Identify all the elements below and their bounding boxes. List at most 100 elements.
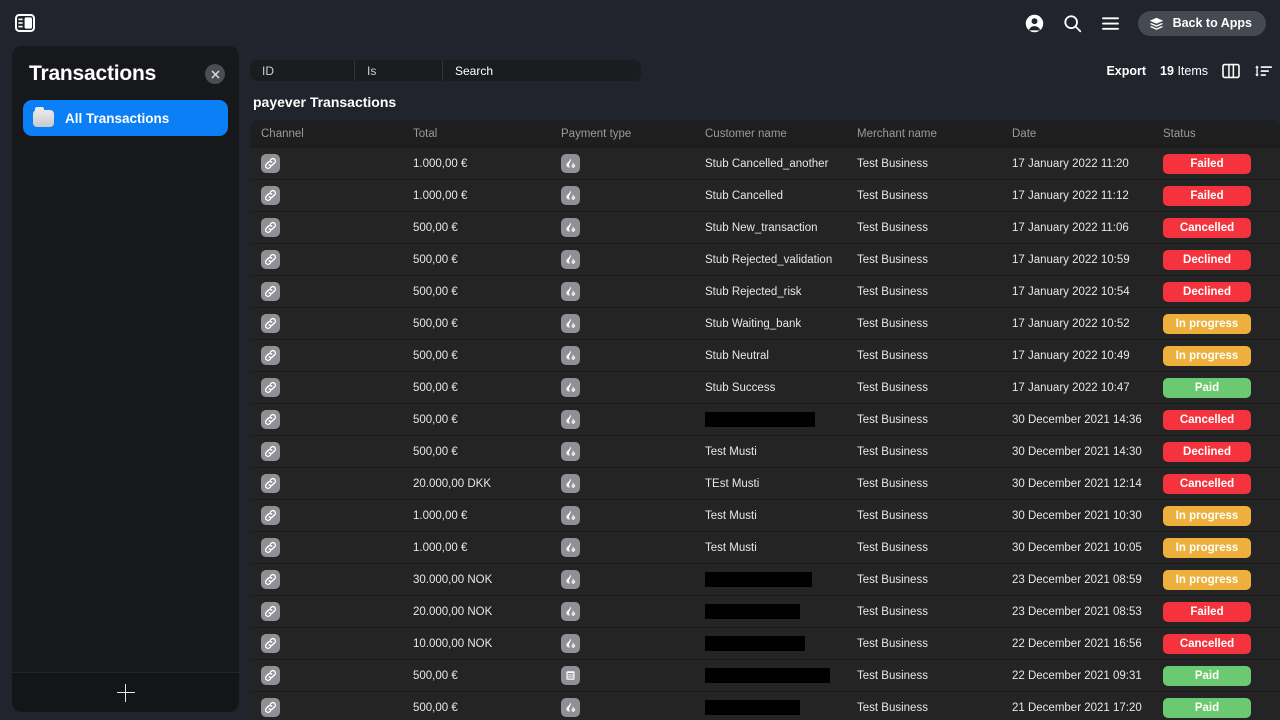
sort-icon[interactable] — [1254, 63, 1273, 79]
sidebar-item-all-transactions[interactable]: All Transactions — [23, 100, 228, 136]
cell-channel[interactable] — [250, 282, 402, 301]
status-badge[interactable]: Paid — [1163, 698, 1251, 718]
table-row[interactable]: 500,00 €Test Business22 December 2021 09… — [250, 660, 1280, 692]
back-to-apps-button[interactable]: Back to Apps — [1138, 11, 1266, 36]
status-badge[interactable]: Paid — [1163, 378, 1251, 398]
transactions-table: Channel Total Payment type Customer name… — [250, 120, 1280, 720]
cell-merchant-name: Test Business — [854, 670, 1009, 682]
table-row[interactable]: 30.000,00 NOKTest Business23 December 20… — [250, 564, 1280, 596]
sidebar-toggle-icon[interactable] — [12, 12, 38, 34]
filter-field-select[interactable]: ID — [250, 60, 355, 81]
layers-icon — [1149, 17, 1164, 30]
cell-channel[interactable] — [250, 634, 402, 653]
cell-status: Cancelled — [1160, 634, 1280, 654]
cell-channel[interactable] — [250, 154, 402, 173]
cell-date: 17 January 2022 10:47 — [1009, 382, 1160, 394]
cell-channel[interactable] — [250, 506, 402, 525]
status-badge[interactable]: In progress — [1163, 538, 1251, 558]
cell-channel[interactable] — [250, 186, 402, 205]
table-row[interactable]: 500,00 €Test MustiTest Business30 Decemb… — [250, 436, 1280, 468]
cell-merchant-name: Test Business — [854, 286, 1009, 298]
status-badge[interactable]: In progress — [1163, 570, 1251, 590]
customer-name-value: Test Musti — [705, 446, 757, 458]
cell-channel[interactable] — [250, 570, 402, 589]
cell-customer-name — [702, 636, 854, 651]
table-row[interactable]: 1.000,00 €Stub CancelledTest Business17 … — [250, 180, 1280, 212]
status-badge[interactable]: Cancelled — [1163, 218, 1251, 238]
table-row[interactable]: 500,00 €Stub Rejected_riskTest Business1… — [250, 276, 1280, 308]
cell-channel[interactable] — [250, 378, 402, 397]
status-badge[interactable]: In progress — [1163, 314, 1251, 334]
filter-toolbar-actions: Export 19 Items — [1106, 63, 1280, 79]
column-header-customer-name[interactable]: Customer name — [702, 128, 854, 140]
table-row[interactable]: 1.000,00 €Stub Cancelled_anotherTest Bus… — [250, 148, 1280, 180]
cell-merchant-name: Test Business — [854, 574, 1009, 586]
status-badge[interactable]: Paid — [1163, 666, 1251, 686]
status-badge[interactable]: Cancelled — [1163, 634, 1251, 654]
table-row[interactable]: 500,00 €Stub Waiting_bankTest Business17… — [250, 308, 1280, 340]
status-badge[interactable]: Failed — [1163, 186, 1251, 206]
cell-channel[interactable] — [250, 602, 402, 621]
table-row[interactable]: 10.000,00 NOKTest Business22 December 20… — [250, 628, 1280, 660]
cell-channel[interactable] — [250, 218, 402, 237]
column-header-merchant-name[interactable]: Merchant name — [854, 128, 1009, 140]
cell-channel[interactable] — [250, 698, 402, 717]
column-header-status[interactable]: Status — [1160, 128, 1280, 140]
status-badge[interactable]: Declined — [1163, 250, 1251, 270]
column-header-date[interactable]: Date — [1009, 128, 1160, 140]
table-row[interactable]: 500,00 €Test Business21 December 2021 17… — [250, 692, 1280, 720]
table-row[interactable]: 1.000,00 €Test MustiTest Business30 Dece… — [250, 532, 1280, 564]
sidebar-item-list: All Transactions — [12, 94, 239, 672]
cell-customer-name: Test Musti — [702, 446, 854, 458]
columns-icon[interactable] — [1222, 63, 1240, 79]
status-badge[interactable]: In progress — [1163, 346, 1251, 366]
table-row[interactable]: 500,00 €Test Business30 December 2021 14… — [250, 404, 1280, 436]
cell-channel[interactable] — [250, 410, 402, 429]
cell-channel[interactable] — [250, 538, 402, 557]
status-badge[interactable]: In progress — [1163, 506, 1251, 526]
cell-channel[interactable] — [250, 474, 402, 493]
status-badge[interactable]: Declined — [1163, 282, 1251, 302]
export-button[interactable]: Export — [1106, 64, 1146, 78]
cell-channel[interactable] — [250, 314, 402, 333]
add-folder-button[interactable] — [12, 672, 239, 712]
cell-channel[interactable] — [250, 250, 402, 269]
search-input[interactable]: Search — [443, 60, 641, 81]
column-header-total[interactable]: Total — [402, 128, 550, 140]
santander-flame-icon — [561, 346, 580, 365]
cell-customer-name — [702, 668, 854, 683]
cell-date: 17 January 2022 11:06 — [1009, 222, 1160, 234]
table-row[interactable]: 500,00 €Stub New_transactionTest Busines… — [250, 212, 1280, 244]
cell-channel[interactable] — [250, 346, 402, 365]
hamburger-menu-icon[interactable] — [1100, 12, 1122, 34]
table-row[interactable]: 500,00 €Stub Rejected_validationTest Bus… — [250, 244, 1280, 276]
cell-channel[interactable] — [250, 442, 402, 461]
link-icon — [261, 378, 280, 397]
sidebar-header: Transactions — [12, 46, 239, 94]
status-badge[interactable]: Declined — [1163, 442, 1251, 462]
filter-operator-select[interactable]: Is — [355, 60, 443, 81]
cell-date: 17 January 2022 10:59 — [1009, 254, 1160, 266]
cell-channel[interactable] — [250, 666, 402, 685]
status-badge[interactable]: Failed — [1163, 154, 1251, 174]
cell-total: 500,00 € — [402, 414, 550, 426]
account-circle-icon[interactable] — [1024, 12, 1046, 34]
cell-merchant-name: Test Business — [854, 350, 1009, 362]
close-circle-icon[interactable] — [205, 64, 225, 84]
search-icon[interactable] — [1062, 12, 1084, 34]
column-header-channel[interactable]: Channel — [250, 128, 402, 140]
column-header-payment-type[interactable]: Payment type — [550, 128, 702, 140]
table-row[interactable]: 1.000,00 €Test MustiTest Business30 Dece… — [250, 500, 1280, 532]
link-icon — [261, 218, 280, 237]
table-row[interactable]: 500,00 €Stub NeutralTest Business17 Janu… — [250, 340, 1280, 372]
status-badge[interactable]: Failed — [1163, 602, 1251, 622]
santander-flame-icon — [561, 698, 580, 717]
cell-merchant-name: Test Business — [854, 414, 1009, 426]
folder-icon — [33, 110, 54, 127]
table-row[interactable]: 20.000,00 DKKTEst MustiTest Business30 D… — [250, 468, 1280, 500]
status-badge[interactable]: Cancelled — [1163, 474, 1251, 494]
link-icon — [261, 346, 280, 365]
table-row[interactable]: 500,00 €Stub SuccessTest Business17 Janu… — [250, 372, 1280, 404]
status-badge[interactable]: Cancelled — [1163, 410, 1251, 430]
table-row[interactable]: 20.000,00 NOKTest Business23 December 20… — [250, 596, 1280, 628]
